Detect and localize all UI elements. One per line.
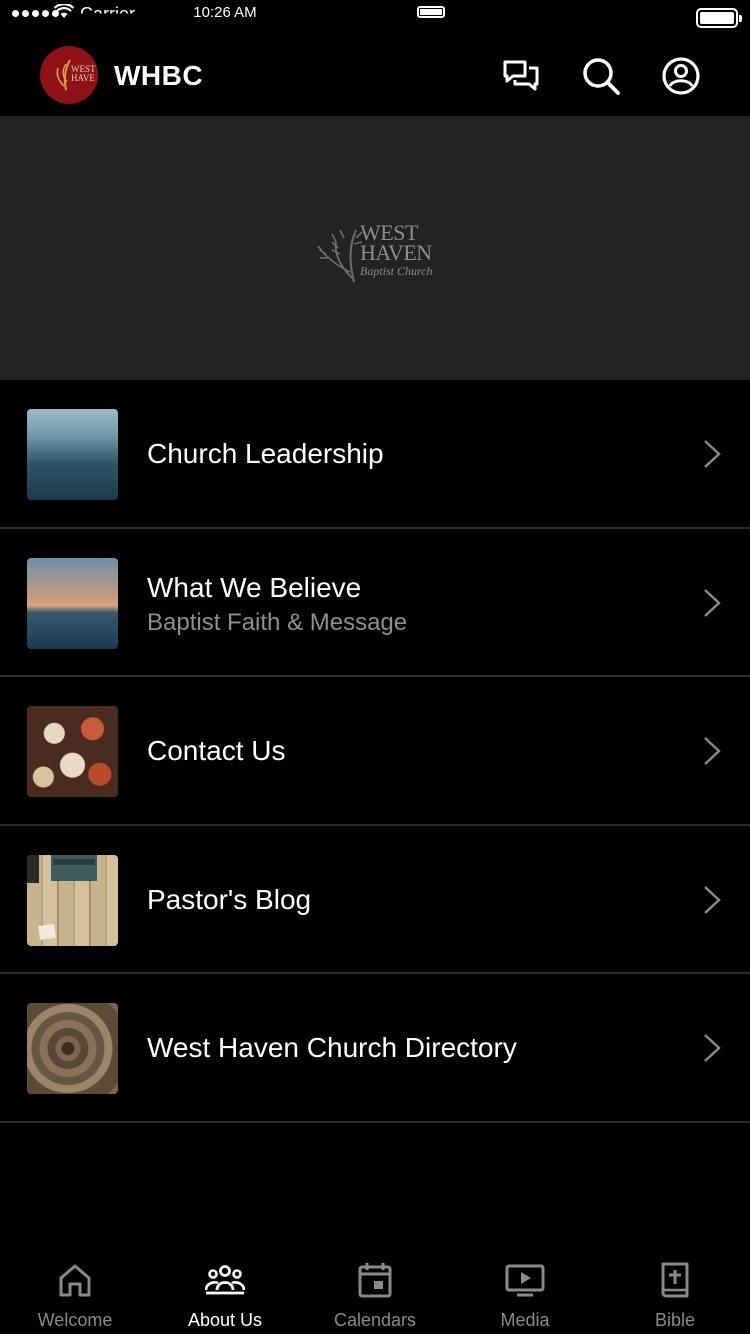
list-item-church-directory[interactable]: West Haven Church Directory	[0, 974, 750, 1123]
bible-icon	[661, 1262, 689, 1298]
tab-label: About Us	[187, 1310, 263, 1330]
header-banner: WEST HAVEN Baptist Church	[0, 116, 750, 380]
list-item-title: What We Believe	[147, 571, 362, 603]
status-bar: Carrier 10:26 AM	[0, 0, 750, 32]
tab-welcome[interactable]: Welcome	[0, 1238, 150, 1334]
list-item-title: West Haven Church Directory	[147, 1032, 517, 1064]
tab-about-us[interactable]: About Us	[150, 1238, 300, 1334]
typewriter-thumbnail	[27, 854, 118, 946]
tab-media[interactable]: Media	[450, 1238, 600, 1334]
tab-bar: Welcome About Us Calendars Media Bible	[0, 1238, 750, 1334]
west-haven-logo: WEST HAVEN Baptist Church	[308, 208, 448, 288]
list-item-title: Contact Us	[147, 735, 286, 767]
calendar-icon	[358, 1263, 392, 1298]
tab-label: Bible	[654, 1310, 696, 1330]
home-icon	[59, 1264, 91, 1297]
play-screen-icon	[505, 1264, 545, 1297]
app-header: WEST HAVE WHBC	[0, 36, 750, 116]
food-table-thumbnail	[27, 706, 118, 798]
tab-calendars[interactable]: Calendars	[300, 1238, 450, 1334]
list-item-subtitle: Baptist Faith & Message	[147, 608, 408, 636]
tab-bible[interactable]: Bible	[600, 1238, 750, 1334]
about-us-list: Church Leadership What We Believe Baptis…	[0, 380, 750, 1123]
chevron-right-icon	[704, 737, 721, 766]
account-icon[interactable]	[661, 56, 701, 96]
svg-text:HAVE: HAVE	[71, 73, 95, 83]
ocean-thumbnail	[27, 409, 118, 500]
chevron-right-icon	[704, 1034, 721, 1063]
list-item-pastors-blog[interactable]: Pastor's Blog	[0, 826, 750, 975]
battery-icon	[417, 6, 445, 18]
list-item-title: Pastor's Blog	[147, 883, 312, 915]
chevron-right-icon	[704, 440, 721, 468]
people-icon	[205, 1265, 245, 1295]
banner-logo-line-3: Baptist Church	[360, 264, 433, 278]
list-item-contact-us[interactable]: Contact Us	[0, 677, 750, 826]
list-item-church-leadership[interactable]: Church Leadership	[0, 380, 750, 529]
banner-logo-line-2: HAVEN	[360, 240, 432, 265]
app-title: WHBC	[114, 60, 204, 91]
list-item-title: Church Leadership	[147, 438, 384, 469]
tab-label: Calendars	[333, 1310, 417, 1330]
tab-label: Media	[500, 1310, 550, 1330]
tab-label: Welcome	[37, 1310, 113, 1330]
chevron-right-icon	[704, 885, 721, 914]
tree-rings-thumbnail	[27, 1003, 118, 1095]
battery-icon	[696, 8, 742, 28]
chat-bubbles-icon[interactable]	[501, 56, 541, 96]
chevron-right-icon	[704, 588, 721, 617]
church-logo-icon[interactable]: WEST HAVE	[40, 46, 98, 104]
list-item-what-we-believe[interactable]: What We Believe Baptist Faith & Message	[0, 529, 750, 678]
status-time: 10:26 AM	[193, 4, 257, 21]
kayak-sunset-thumbnail	[27, 557, 118, 649]
search-icon[interactable]	[581, 56, 621, 96]
